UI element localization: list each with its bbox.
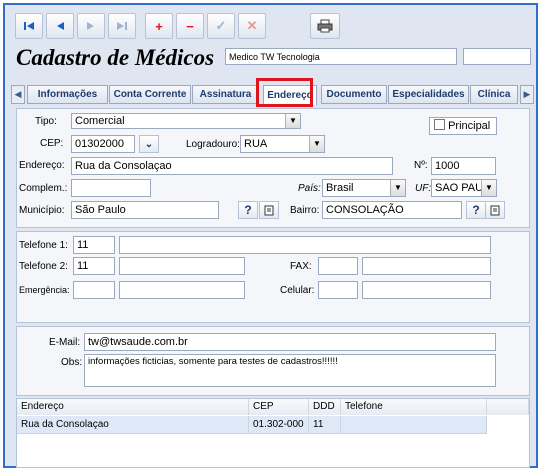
municipio-lookup-button[interactable] <box>259 201 279 219</box>
grid-header-spacer <box>487 399 529 415</box>
previous-record-icon <box>57 22 64 30</box>
telefone1-ddd-field[interactable]: 11 <box>73 236 115 254</box>
next-record-button[interactable] <box>77 13 105 39</box>
cep-search-button[interactable]: ⌄ <box>139 135 159 153</box>
obs-field[interactable]: informações ficticias, somente para test… <box>84 354 496 387</box>
emergencia-label: Emergência: <box>19 285 70 295</box>
pais-value: Brasil <box>326 182 354 194</box>
bairro-help-button[interactable]: ? <box>466 201 486 219</box>
header-extra-field[interactable] <box>463 48 531 65</box>
first-record-icon <box>24 22 34 30</box>
page-title: Cadastro de Médicos <box>16 45 215 70</box>
first-record-button[interactable] <box>15 13 43 39</box>
tab-scroll-right-button[interactable]: ▶ <box>520 85 534 104</box>
grid-cell-ddd[interactable]: 11 <box>309 416 341 434</box>
tab-assinatura[interactable]: Assinatura <box>192 85 259 104</box>
fax-ddd-field[interactable] <box>318 257 358 275</box>
grid-header-telefone[interactable]: Telefone <box>341 399 487 415</box>
uf-select[interactable]: SAO PAUL ▼ <box>431 179 497 197</box>
cep-label: CEP: <box>40 138 64 149</box>
uf-label: UF: <box>415 183 432 194</box>
complemento-field[interactable] <box>71 179 151 197</box>
grid-header-ddd[interactable]: DDD <box>309 399 341 415</box>
bairro-field[interactable]: CONSOLAÇÃO <box>322 201 462 219</box>
chevron-down-icon: ▼ <box>481 180 496 196</box>
telefone1-number-field[interactable] <box>119 236 491 254</box>
email-field[interactable]: tw@twsaude.com.br <box>84 333 496 351</box>
tab-scroll-left-button[interactable]: ◀ <box>11 85 25 104</box>
grid-cell-cep[interactable]: 01.302-000 <box>249 416 309 434</box>
municipio-help-button[interactable]: ? <box>238 201 258 219</box>
numero-label: Nº: <box>414 160 428 171</box>
lookup-icon <box>490 205 500 215</box>
tab-especialidades[interactable]: Especialidades <box>388 85 469 104</box>
lookup-icon <box>264 205 274 215</box>
logradouro-select[interactable]: RUA ▼ <box>240 135 325 153</box>
last-record-icon <box>117 22 127 30</box>
complemento-label: Complem.: <box>19 183 68 194</box>
celular-ddd-field[interactable] <box>318 281 358 299</box>
confirm-button[interactable]: ✓ <box>207 13 235 39</box>
principal-label: Principal <box>448 120 491 132</box>
bairro-label: Bairro: <box>290 205 320 216</box>
email-label: E-Mail: <box>49 337 81 348</box>
grid-cell-telefone[interactable] <box>341 416 487 434</box>
pais-select[interactable]: Brasil ▼ <box>322 179 406 197</box>
bairro-lookup-button[interactable] <box>485 201 505 219</box>
emergencia-ddd-field[interactable] <box>73 281 115 299</box>
principal-checkbox[interactable] <box>434 119 445 130</box>
telefone2-number-field[interactable] <box>119 257 245 275</box>
tipo-label: Tipo: <box>35 116 57 127</box>
telefone2-label: Telefone 2: <box>19 261 68 272</box>
grid-header-cep[interactable]: CEP <box>249 399 309 415</box>
tipo-value: Comercial <box>75 115 125 127</box>
address-grid: Endereço CEP DDD Telefone Rua da Consola… <box>16 398 530 468</box>
obs-label: Obs: <box>61 357 83 368</box>
principal-checkbox-box[interactable]: Principal <box>429 117 497 135</box>
help-icon: ? <box>244 203 252 217</box>
company-field[interactable]: Medico TW Tecnologia <box>225 48 457 65</box>
grid-header-endereco[interactable]: Endereço <box>17 399 249 415</box>
tab-conta-corrente[interactable]: Conta Corrente <box>109 85 191 104</box>
emergencia-number-field[interactable] <box>119 281 245 299</box>
municipio-label: Município: <box>19 205 65 216</box>
tipo-select[interactable]: Comercial ▼ <box>71 113 301 129</box>
municipio-field[interactable]: São Paulo <box>71 201 219 219</box>
telefone1-label: Telefone 1: <box>19 240 68 251</box>
add-record-button[interactable]: + <box>145 13 173 39</box>
numero-field[interactable]: 1000 <box>431 157 496 175</box>
help-icon: ? <box>472 203 480 217</box>
active-tab-highlight <box>256 78 313 107</box>
celular-label: Celular: <box>280 285 315 296</box>
logradouro-label: Logradouro: <box>186 139 240 150</box>
pais-label: País: <box>298 183 321 194</box>
fax-number-field[interactable] <box>362 257 491 275</box>
last-record-button[interactable] <box>108 13 136 39</box>
tab-clinica[interactable]: Clínica <box>470 85 518 104</box>
chevron-down-icon: ▼ <box>285 114 300 128</box>
next-record-icon <box>87 22 94 30</box>
previous-record-button[interactable] <box>46 13 74 39</box>
chevron-down-icon: ▼ <box>309 136 324 152</box>
chevron-down-icon: ⌄ <box>144 138 154 150</box>
celular-number-field[interactable] <box>362 281 491 299</box>
cancel-button[interactable]: ✕ <box>238 13 266 39</box>
tab-informacoes[interactable]: Informações <box>27 85 108 104</box>
print-button[interactable] <box>310 13 340 39</box>
chevron-down-icon: ▼ <box>390 180 405 196</box>
grid-cell-endereco[interactable]: Rua da Consolaçao <box>17 416 249 434</box>
telefone2-ddd-field[interactable]: 11 <box>73 257 115 275</box>
fax-label: FAX: <box>290 261 312 272</box>
tab-documento[interactable]: Documento <box>321 85 387 104</box>
cep-field[interactable]: 01302000 <box>71 135 135 153</box>
logradouro-value: RUA <box>244 138 268 150</box>
remove-record-button[interactable]: − <box>176 13 204 39</box>
chevron-right-icon: ▶ <box>523 89 531 99</box>
endereco-field[interactable]: Rua da Consolaçao <box>71 157 393 175</box>
chevron-left-icon: ◀ <box>14 89 22 99</box>
endereco-label: Endereço: <box>19 160 65 171</box>
printer-icon <box>317 19 333 33</box>
window-frame: + − ✓ ✕ Cadastro de Médicos Medico TW Te… <box>3 3 538 468</box>
